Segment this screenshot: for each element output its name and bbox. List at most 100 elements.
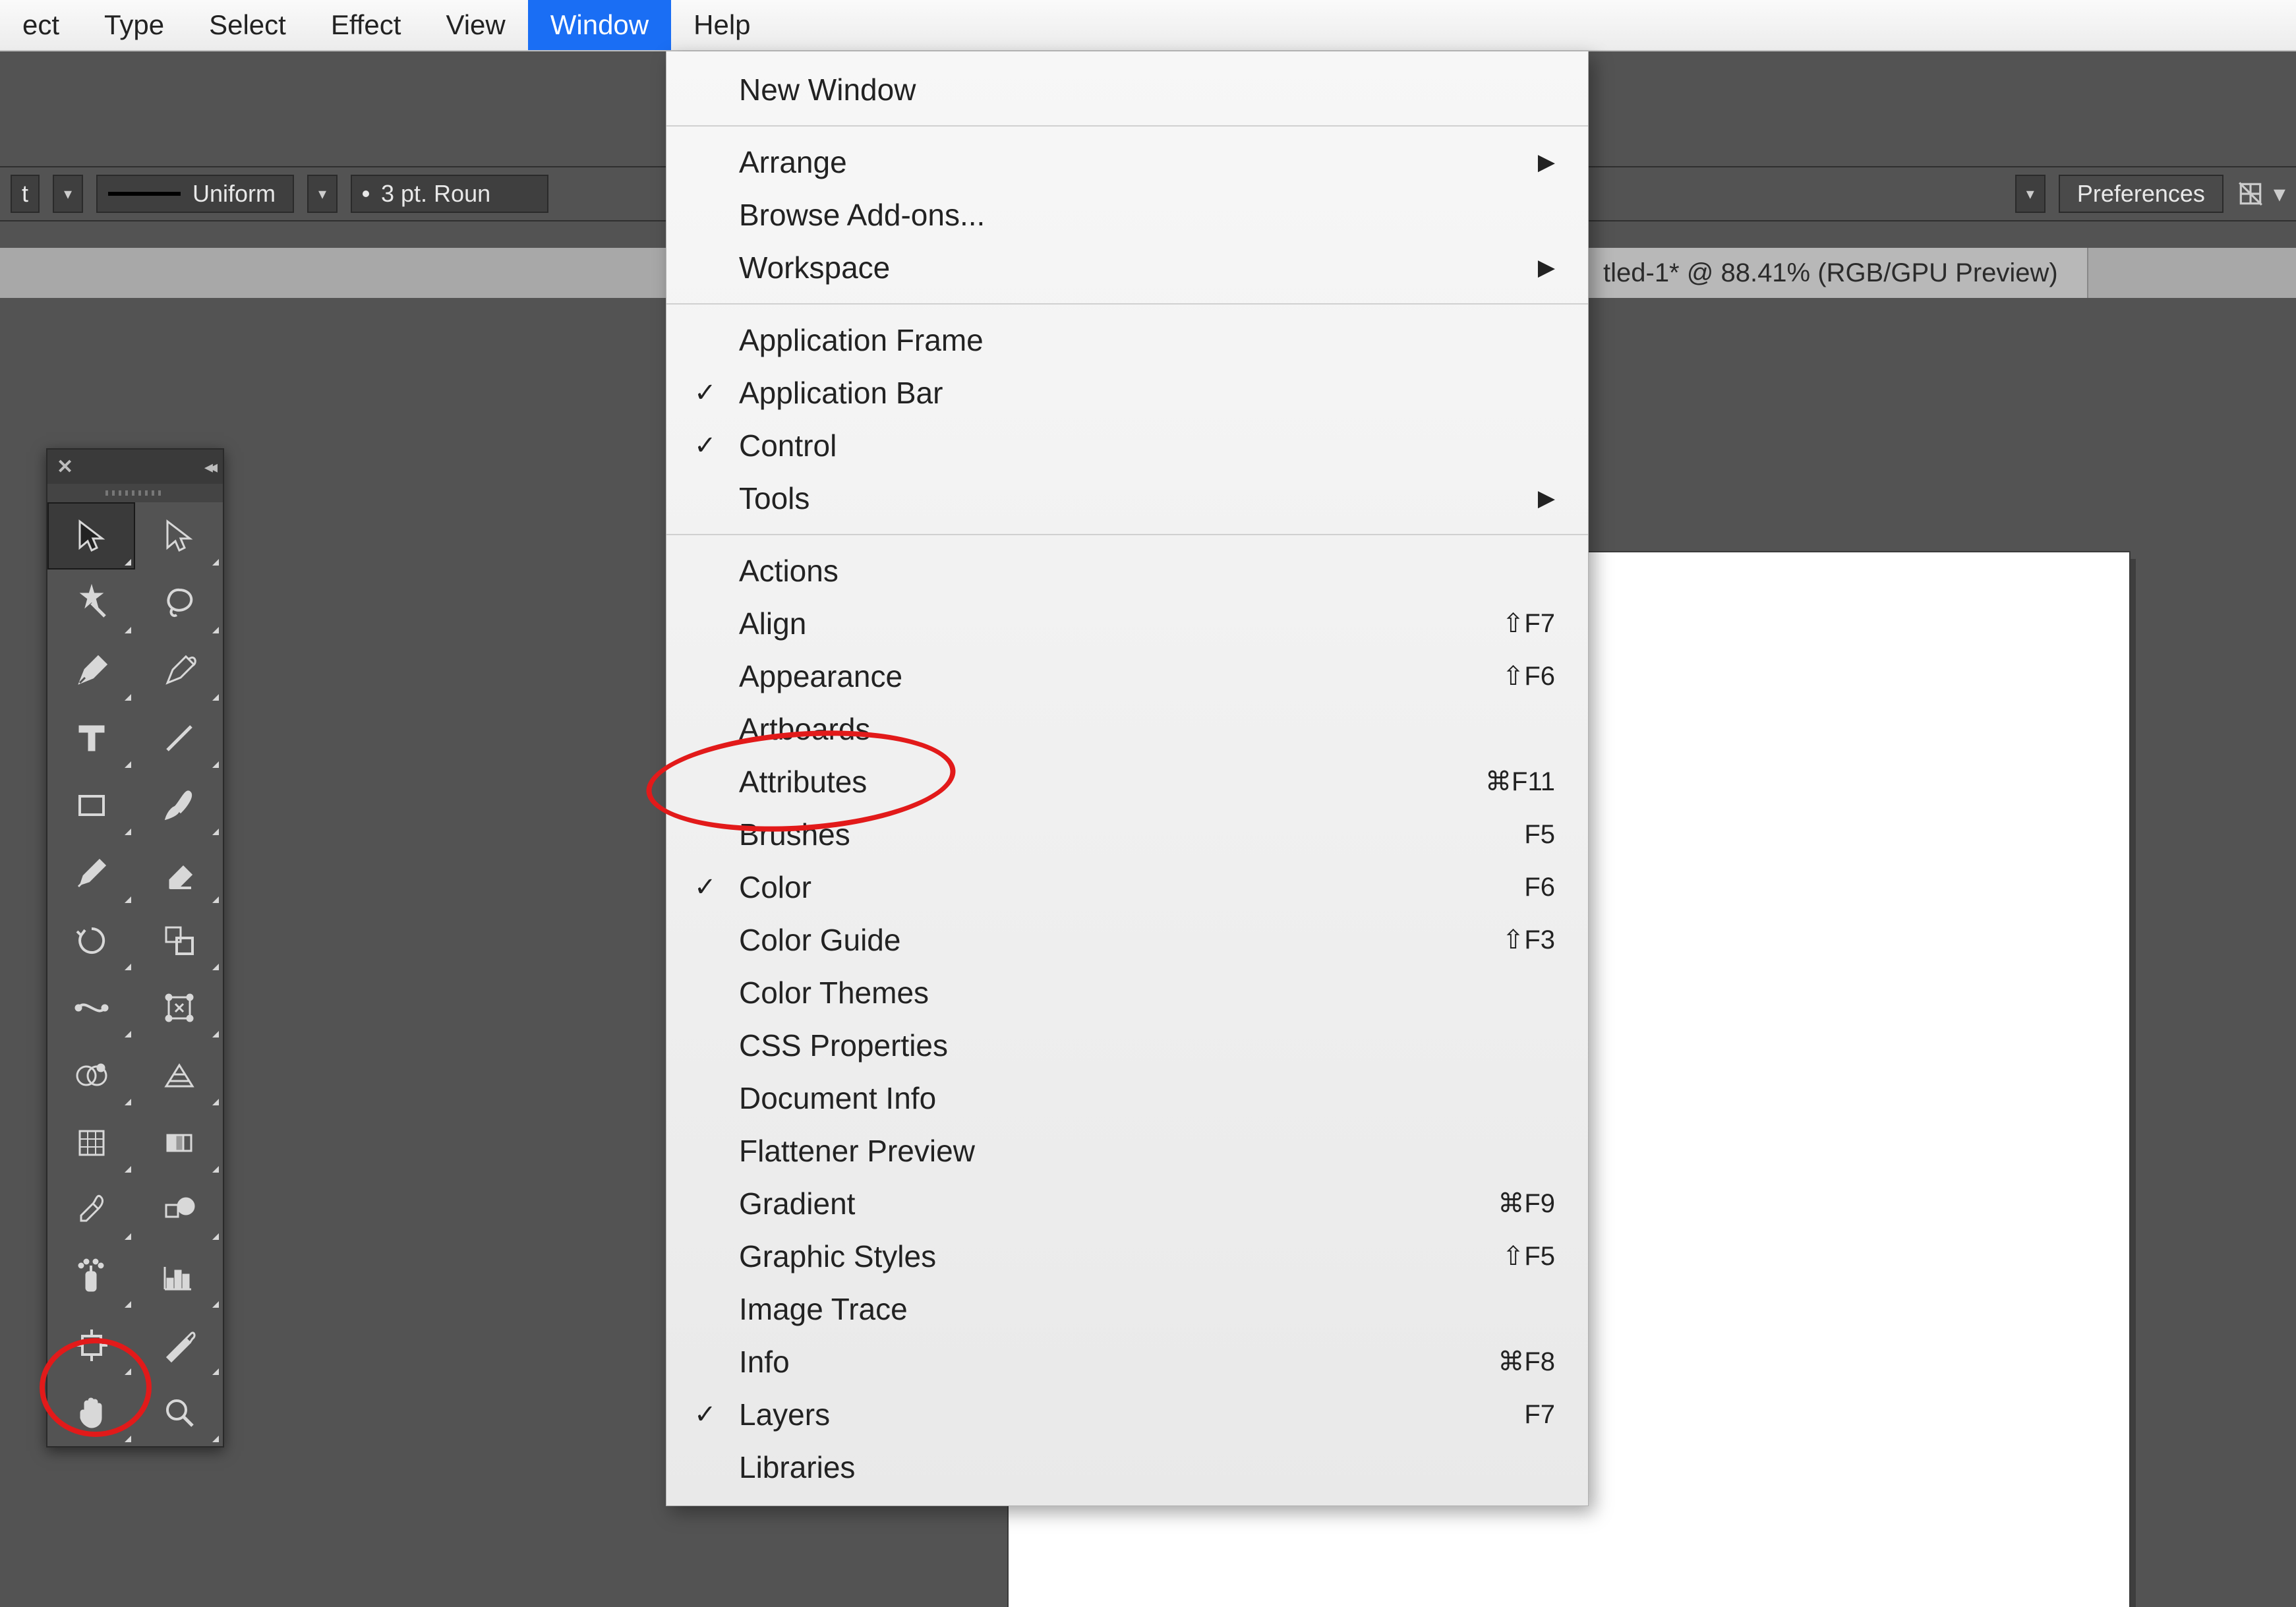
menu-item-align[interactable]: Align⇧F7	[666, 597, 1588, 650]
menu-item-libraries[interactable]: Libraries	[666, 1441, 1588, 1494]
width-tool-icon	[72, 988, 111, 1028]
menu-window[interactable]: Window	[528, 0, 671, 50]
selection-tool[interactable]	[47, 502, 135, 570]
gradient-tool[interactable]	[135, 1109, 223, 1177]
menu-item-color[interactable]: ✓ColorF6	[666, 861, 1588, 914]
column-graph-tool[interactable]	[135, 1244, 223, 1311]
stroke-line-icon	[108, 192, 181, 196]
pencil-tool[interactable]	[47, 839, 135, 906]
menu-item-shortcut: ⇧F5	[1502, 1241, 1555, 1271]
menu-item-color-guide[interactable]: Color Guide⇧F3	[666, 914, 1588, 966]
preferences-button[interactable]: Preferences	[2059, 175, 2223, 213]
mac-menubar: ectTypeSelectEffectViewWindowHelp	[0, 0, 2296, 51]
document-tab[interactable]: tled-1* @ 88.41% (RGB/GPU Preview)	[1556, 248, 2088, 298]
menu-item-label: Gradient	[739, 1186, 1498, 1221]
eraser-tool-icon	[160, 854, 199, 893]
paintbrush-tool[interactable]	[135, 772, 223, 839]
control-dropdown-icon[interactable]: ▾	[53, 175, 83, 213]
eyedropper-tool[interactable]	[47, 1177, 135, 1244]
direct-selection-tool[interactable]	[135, 502, 223, 570]
gradient-tool-icon	[160, 1123, 199, 1163]
menu-select[interactable]: Select	[187, 0, 309, 50]
menu-item-attributes[interactable]: Attributes⌘F11	[666, 755, 1588, 808]
menu-item-actions[interactable]: Actions	[666, 544, 1588, 597]
perspective-grid-tool[interactable]	[135, 1041, 223, 1109]
menu-item-application-frame[interactable]: Application Frame	[666, 314, 1588, 366]
hand-tool-icon	[72, 1393, 111, 1432]
curvature-tool[interactable]	[135, 637, 223, 705]
menu-item-new-window[interactable]: New Window	[666, 63, 1588, 116]
menu-item-css-properties[interactable]: CSS Properties	[666, 1019, 1588, 1072]
menu-item-label: Flattener Preview	[739, 1133, 1555, 1169]
menu-item-label: Appearance	[739, 658, 1502, 694]
zoom-tool-icon	[160, 1393, 199, 1432]
menu-item-graphic-styles[interactable]: Graphic Styles⇧F5	[666, 1230, 1588, 1283]
slice-tool[interactable]	[135, 1312, 223, 1379]
menu-item-arrange[interactable]: Arrange▶	[666, 136, 1588, 189]
stroke-profile-field[interactable]: Uniform	[96, 175, 294, 213]
flyout-indicator-icon	[125, 964, 131, 970]
menu-item-browse-add-ons[interactable]: Browse Add-ons...	[666, 189, 1588, 241]
check-icon: ✓	[694, 378, 717, 408]
tools-panel-grip[interactable]	[47, 484, 223, 502]
menu-view[interactable]: View	[423, 0, 527, 50]
artboard-tool[interactable]	[47, 1312, 135, 1379]
menu-item-label: Actions	[739, 553, 1555, 589]
menu-item-color-themes[interactable]: Color Themes	[666, 966, 1588, 1019]
line-segment-tool[interactable]	[135, 705, 223, 772]
control-field-truncated[interactable]: t	[11, 175, 40, 213]
menu-item-workspace[interactable]: Workspace▶	[666, 241, 1588, 294]
menu-help[interactable]: Help	[671, 0, 773, 50]
document-setup-dropdown-icon[interactable]: ▾	[2015, 175, 2046, 213]
flyout-indicator-icon	[212, 1031, 219, 1037]
rectangle-tool[interactable]	[47, 772, 135, 839]
type-tool[interactable]	[47, 705, 135, 772]
width-tool[interactable]	[47, 974, 135, 1041]
menu-item-tools[interactable]: Tools▶	[666, 472, 1588, 525]
rotate-tool[interactable]	[47, 907, 135, 974]
menu-item-application-bar[interactable]: ✓Application Bar	[666, 366, 1588, 419]
tools-panel-header[interactable]: ✕ ◂◂	[47, 450, 223, 484]
menu-item-document-info[interactable]: Document Info	[666, 1072, 1588, 1125]
menu-separator	[666, 125, 1588, 127]
brush-definition-field[interactable]: 3 pt. Roun	[351, 175, 548, 213]
menu-effect[interactable]: Effect	[309, 0, 424, 50]
menu-item-layers[interactable]: ✓LayersF7	[666, 1388, 1588, 1441]
flyout-indicator-icon	[125, 761, 131, 768]
pen-tool[interactable]	[47, 637, 135, 705]
menu-item-artboards[interactable]: Artboards	[666, 703, 1588, 755]
flyout-indicator-icon	[125, 1031, 131, 1037]
menu-item-gradient[interactable]: Gradient⌘F9	[666, 1177, 1588, 1230]
menu-item-control[interactable]: ✓Control	[666, 419, 1588, 472]
menu-item-info[interactable]: Info⌘F8	[666, 1335, 1588, 1388]
check-icon: ✓	[694, 1399, 717, 1430]
menu-item-label: Workspace	[739, 250, 1538, 285]
collapse-panel-icon[interactable]: ◂◂	[204, 457, 214, 477]
menu-item-image-trace[interactable]: Image Trace	[666, 1283, 1588, 1335]
menu-item-brushes[interactable]: BrushesF5	[666, 808, 1588, 861]
blend-tool[interactable]	[135, 1177, 223, 1244]
menu-type[interactable]: Type	[82, 0, 187, 50]
shape-builder-tool[interactable]	[47, 1041, 135, 1109]
menu-item-appearance[interactable]: Appearance⇧F6	[666, 650, 1588, 703]
magic-wand-tool[interactable]	[47, 570, 135, 637]
lasso-tool[interactable]	[135, 570, 223, 637]
symbol-sprayer-tool[interactable]	[47, 1244, 135, 1311]
free-transform-tool[interactable]	[135, 974, 223, 1041]
zoom-tool[interactable]	[135, 1379, 223, 1446]
menu-item-shortcut: F5	[1524, 820, 1555, 850]
flyout-indicator-icon	[212, 1301, 219, 1308]
align-to-pixel-grid[interactable]: ▾	[2237, 180, 2285, 208]
menu-ect[interactable]: ect	[0, 0, 82, 50]
hand-tool[interactable]	[47, 1379, 135, 1446]
flyout-indicator-icon	[212, 1233, 219, 1240]
menu-item-flattener-preview[interactable]: Flattener Preview	[666, 1125, 1588, 1177]
flyout-indicator-icon	[125, 1233, 131, 1240]
mesh-tool[interactable]	[47, 1109, 135, 1177]
eraser-tool[interactable]	[135, 839, 223, 906]
stroke-profile-dropdown-icon[interactable]: ▾	[307, 175, 338, 213]
rotate-tool-icon	[72, 921, 111, 960]
close-panel-icon[interactable]: ✕	[57, 455, 73, 479]
menu-item-label: Attributes	[739, 764, 1485, 800]
scale-tool[interactable]	[135, 907, 223, 974]
